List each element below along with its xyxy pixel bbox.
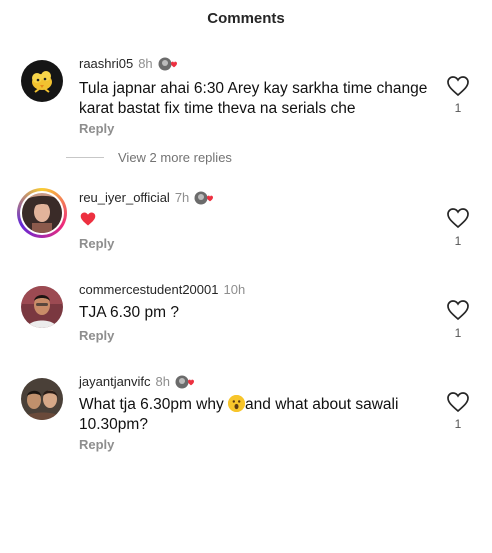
avatar-image	[21, 60, 63, 102]
like-count: 1	[454, 101, 462, 115]
reply-button[interactable]: Reply	[79, 121, 114, 136]
comment-username[interactable]: commercestudent20001	[79, 282, 218, 297]
reply-button[interactable]: Reply	[79, 437, 114, 452]
avatar[interactable]	[21, 286, 63, 328]
divider	[66, 157, 104, 158]
avatar-image	[21, 286, 63, 328]
like-heart-icon[interactable]	[446, 391, 470, 413]
like-heart-icon[interactable]	[446, 75, 470, 97]
author-liked-icon	[194, 191, 214, 205]
view-more-replies[interactable]: View 2 more replies	[66, 150, 232, 165]
reply-button[interactable]: Reply	[79, 236, 114, 251]
comment-text: Tula japnar ahai 6:30 Arey kay sarkha ti…	[79, 80, 428, 117]
author-liked-icon	[158, 57, 178, 71]
comment-time: 8h	[155, 374, 171, 389]
comment-username[interactable]: reu_iyer_official	[79, 190, 170, 205]
comment-text	[79, 211, 429, 233]
avatar[interactable]	[17, 188, 67, 238]
avatar[interactable]	[21, 378, 63, 420]
page-title: Comments	[207, 9, 285, 27]
red-heart-emoji-icon	[80, 212, 96, 226]
comment-time: 10h	[223, 282, 246, 297]
comment-text: TJA 6.30 pm ?	[79, 304, 179, 321]
astonished-face-emoji-icon	[228, 395, 246, 412]
comment-username[interactable]: raashri05	[79, 56, 133, 71]
author-liked-icon	[175, 375, 195, 389]
like-count: 1	[454, 417, 462, 431]
view-more-replies-label[interactable]: View 2 more replies	[118, 150, 232, 165]
comment-text-part: What tja 6.30pm why	[79, 396, 229, 413]
avatar-image	[22, 193, 62, 233]
like-count: 1	[454, 326, 462, 340]
like-heart-icon[interactable]	[446, 207, 470, 229]
comment-text: What tja 6.30pm why and what about sawal…	[79, 395, 429, 435]
comment-time: 7h	[174, 190, 190, 205]
comment-username[interactable]: jayantjanvifc	[79, 374, 151, 389]
comments-header: Comments	[0, 0, 492, 36]
reply-button[interactable]: Reply	[79, 328, 114, 343]
like-count: 1	[454, 234, 462, 248]
avatar[interactable]	[21, 60, 63, 102]
like-heart-icon[interactable]	[446, 299, 470, 321]
avatar-image	[21, 378, 63, 420]
comment-time: 8h	[138, 56, 153, 71]
